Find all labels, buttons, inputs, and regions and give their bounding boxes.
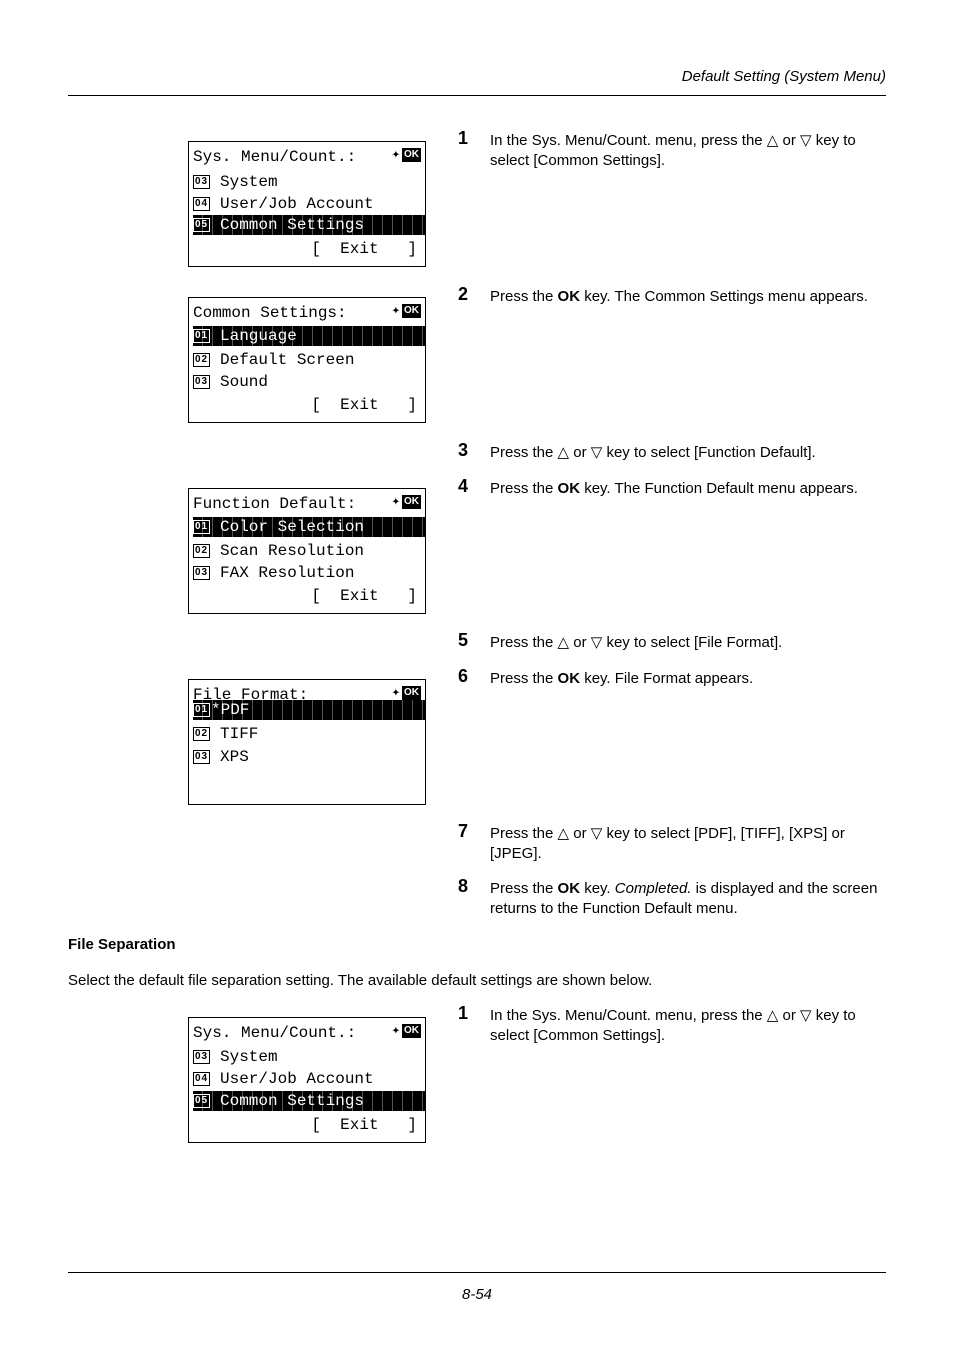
step-text: Press the OK key. The Function Default m… <box>490 480 858 497</box>
lcd-row: 03 XPS <box>193 747 425 767</box>
lcd-screen: Function Default: ✦ OK 01 Color Selection 02 S… <box>188 488 426 614</box>
arrow-keys-icon: ✦ <box>391 494 400 510</box>
arrow-keys-icon: ✦ <box>391 685 400 701</box>
lcd-row-label: Sound <box>220 373 269 391</box>
item-number-badge: 03 <box>193 1049 210 1064</box>
ok-key-icon: OK <box>402 1024 421 1038</box>
lcd-screen: Sys. Menu/Count.: ✦ OK 03 System 04 User/Job A… <box>188 141 426 267</box>
nav-ok-icon: ✦ OK <box>392 148 421 162</box>
lcd-title: Sys. Menu/Count.: <box>193 1024 357 1042</box>
step-number: 5 <box>458 630 469 650</box>
item-number-badge: 05 <box>193 217 210 232</box>
item-number-badge: 03 <box>193 374 210 389</box>
arrow-keys-icon: ✦ <box>391 1023 400 1039</box>
lcd-row-label: Common Settings <box>220 216 365 234</box>
nav-ok-icon: ✦ OK <box>392 1024 421 1038</box>
step-number: 3 <box>458 440 469 460</box>
lcd-row: 03 System <box>193 172 425 192</box>
lcd-row: 02 TIFF <box>193 724 425 744</box>
lcd-row-label: *PDF <box>211 701 250 719</box>
lcd-row-label: Default Screen <box>220 351 355 369</box>
lcd-row-label: Language <box>220 327 297 345</box>
ok-key-icon: OK <box>402 495 421 509</box>
step-text: Press the OK key. Completed. is displaye… <box>490 880 878 917</box>
nav-ok-icon: ✦ OK <box>392 495 421 509</box>
step-number: 1 <box>458 128 469 148</box>
lcd-row-label: Scan Resolution <box>220 542 365 560</box>
arrow-keys-icon: ✦ <box>391 147 400 163</box>
step-text: Press the △ or ▽ key to select [Function… <box>490 444 816 461</box>
step-number: 4 <box>458 476 469 496</box>
step-text: Press the OK key. The Common Settings me… <box>490 288 868 305</box>
lcd-title: Common Settings: <box>193 304 347 322</box>
step-number: 6 <box>458 666 469 686</box>
step-text: In the Sys. Menu/Count. menu, press the … <box>490 1007 856 1044</box>
lcd-row: 03 System <box>193 1047 425 1067</box>
step-text: Press the △ or ▽ key to select [File For… <box>490 634 783 651</box>
lcd-row-label: System <box>220 173 278 191</box>
arrow-keys-icon: ✦ <box>391 303 400 319</box>
step-text: In the Sys. Menu/Count. menu, press the … <box>490 132 856 169</box>
item-number-badge: 04 <box>193 1071 210 1086</box>
lcd-screen: Sys. Menu/Count.: ✦ OK 03 System 04 User/Job A… <box>188 1017 426 1143</box>
item-number-badge: 02 <box>193 726 210 741</box>
lcd-row: 04 User/Job Account <box>193 194 425 214</box>
page-number: 8-54 <box>461 1286 493 1303</box>
step-text: Press the △ or ▽ key to select [PDF], [T… <box>490 825 845 862</box>
footer-rule <box>68 1272 886 1273</box>
lcd-row: 03 Sound <box>193 372 425 392</box>
lcd-row-label: Color Selection <box>220 518 365 536</box>
item-number-badge: 01 <box>193 519 210 534</box>
item-number-badge: 03 <box>193 174 210 189</box>
lcd-row: 03 FAX Resolution <box>193 563 425 583</box>
exit-softkey: [ Exit ] <box>311 396 417 414</box>
nav-ok-icon: ✦ OK <box>392 304 421 318</box>
lcd-row-selected: 05 Common Settings <box>193 1091 425 1111</box>
section-title: File Separation <box>68 936 176 953</box>
lcd-row: 04 User/Job Account <box>193 1069 425 1089</box>
lcd-row-label: XPS <box>220 748 249 766</box>
lcd-row-label: User/Job Account <box>220 1070 374 1088</box>
header-rule <box>68 95 886 96</box>
item-number-badge: 01 <box>193 702 210 717</box>
exit-softkey: [ Exit ] <box>311 1116 417 1134</box>
step-number: 7 <box>458 821 469 841</box>
ok-key-icon: OK <box>402 148 421 162</box>
lcd-row-selected: 01 *PDF <box>193 700 425 720</box>
lcd-row-selected: 05 Common Settings <box>193 215 425 235</box>
lcd-row-label: User/Job Account <box>220 195 374 213</box>
item-number-badge: 03 <box>193 749 210 764</box>
step-number: 1 <box>458 1003 469 1023</box>
lcd-row: 02 Default Screen <box>193 350 425 370</box>
step-number: 8 <box>458 876 469 896</box>
item-number-badge: 02 <box>193 352 210 367</box>
lcd-row-label: TIFF <box>220 725 259 743</box>
step-number: 2 <box>458 284 469 304</box>
item-number-badge: 01 <box>193 328 210 343</box>
lcd-title: Sys. Menu/Count.: <box>193 148 357 166</box>
lcd-row: 02 Scan Resolution <box>193 541 425 561</box>
lcd-screen: File Format: ✦ OK 01 *PDF 02 TIFF 03 XPS <box>188 679 426 805</box>
lcd-title: Function Default: <box>193 495 357 513</box>
item-number-badge: 04 <box>193 196 210 211</box>
item-number-badge: 03 <box>193 565 210 580</box>
lcd-row-selected: 01 Color Selection <box>193 517 425 537</box>
item-number-badge: 05 <box>193 1093 210 1108</box>
step-text: Press the OK key. File Format appears. <box>490 670 754 687</box>
lcd-row-label: System <box>220 1048 278 1066</box>
lcd-row-selected: 01 Language <box>193 326 425 346</box>
nav-ok-icon: ✦ OK <box>392 686 421 700</box>
exit-softkey: [ Exit ] <box>311 587 417 605</box>
ok-key-icon: OK <box>402 686 421 700</box>
ok-key-icon: OK <box>402 304 421 318</box>
exit-softkey: [ Exit ] <box>311 240 417 258</box>
lcd-row-label: Common Settings <box>220 1092 365 1110</box>
section-intro: Select the default file separation setti… <box>68 972 653 989</box>
page-header-title: Default Setting (System Menu) <box>681 68 886 85</box>
item-number-badge: 02 <box>193 543 210 558</box>
lcd-row-label: FAX Resolution <box>220 564 355 582</box>
lcd-screen: Common Settings: ✦ OK 01 Language 02 Default S… <box>188 297 426 423</box>
